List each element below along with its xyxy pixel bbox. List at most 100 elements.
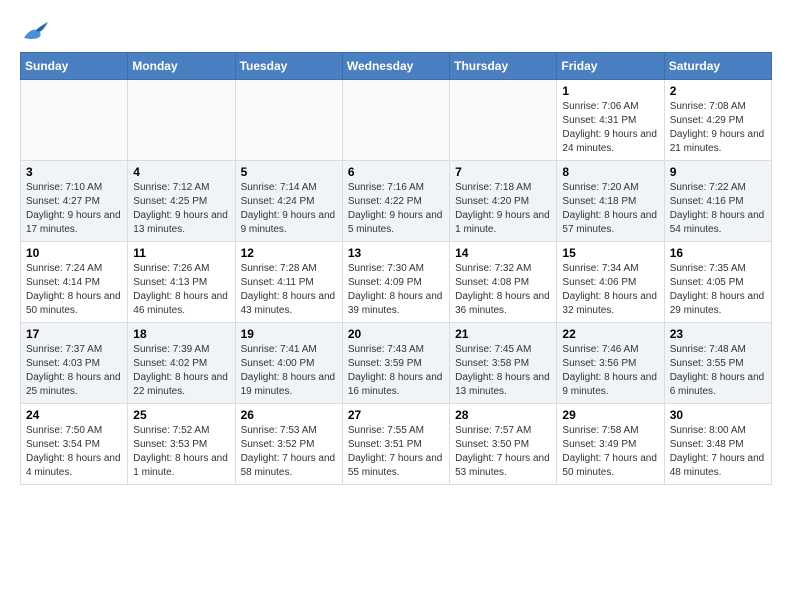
calendar-cell: 12 Sunrise: 7:28 AM Sunset: 4:11 PM Dayli… (235, 242, 342, 323)
day-number: 12 (241, 246, 337, 260)
day-info: Sunrise: 7:48 AM Sunset: 3:55 PM Dayligh… (670, 343, 766, 399)
day-info: Sunrise: 8:00 AM Sunset: 3:48 PM Dayligh… (670, 424, 766, 480)
calendar-cell: 5 Sunrise: 7:14 AM Sunset: 4:24 PM Daylig… (235, 161, 342, 242)
calendar-cell: 18 Sunrise: 7:39 AM Sunset: 4:02 PM Dayli… (128, 323, 235, 404)
calendar-cell: 1 Sunrise: 7:06 AM Sunset: 4:31 PM Daylig… (557, 80, 664, 161)
calendar-cell (450, 80, 557, 161)
day-info: Sunrise: 7:32 AM Sunset: 4:08 PM Dayligh… (455, 262, 551, 318)
day-number: 30 (670, 408, 766, 422)
day-info: Sunrise: 7:14 AM Sunset: 4:24 PM Dayligh… (241, 181, 337, 237)
day-number: 2 (670, 84, 766, 98)
logo-icon (20, 20, 48, 42)
calendar-cell: 17 Sunrise: 7:37 AM Sunset: 4:03 PM Dayli… (21, 323, 128, 404)
calendar-cell: 20 Sunrise: 7:43 AM Sunset: 3:59 PM Dayli… (342, 323, 449, 404)
calendar-header-row: SundayMondayTuesdayWednesdayThursdayFrid… (21, 53, 772, 80)
day-number: 11 (133, 246, 229, 260)
calendar-cell: 29 Sunrise: 7:58 AM Sunset: 3:49 PM Dayli… (557, 404, 664, 485)
day-info: Sunrise: 7:16 AM Sunset: 4:22 PM Dayligh… (348, 181, 444, 237)
calendar-cell: 19 Sunrise: 7:41 AM Sunset: 4:00 PM Dayli… (235, 323, 342, 404)
calendar-cell (21, 80, 128, 161)
calendar-cell (128, 80, 235, 161)
header-tuesday: Tuesday (235, 53, 342, 80)
calendar-cell (235, 80, 342, 161)
calendar-cell: 9Sunrise: 7:22 AM Sunset: 4:16 PM Daylig… (664, 161, 771, 242)
calendar-cell: 21Sunrise: 7:45 AM Sunset: 3:58 PM Dayli… (450, 323, 557, 404)
header-wednesday: Wednesday (342, 53, 449, 80)
day-number: 21 (455, 327, 551, 341)
calendar-cell: 15 Sunrise: 7:34 AM Sunset: 4:06 PM Dayli… (557, 242, 664, 323)
calendar-week-2: 10 Sunrise: 7:24 AM Sunset: 4:14 PM Dayli… (21, 242, 772, 323)
calendar-cell (342, 80, 449, 161)
day-info: Sunrise: 7:20 AM Sunset: 4:18 PM Dayligh… (562, 181, 658, 237)
day-number: 16 (670, 246, 766, 260)
day-number: 9 (670, 165, 766, 179)
day-info: Sunrise: 7:37 AM Sunset: 4:03 PM Dayligh… (26, 343, 122, 399)
header-friday: Friday (557, 53, 664, 80)
day-info: Sunrise: 7:06 AM Sunset: 4:31 PM Dayligh… (562, 100, 658, 156)
day-info: Sunrise: 7:24 AM Sunset: 4:14 PM Dayligh… (26, 262, 122, 318)
calendar-week-0: 1 Sunrise: 7:06 AM Sunset: 4:31 PM Daylig… (21, 80, 772, 161)
day-number: 3 (26, 165, 122, 179)
day-number: 28 (455, 408, 551, 422)
day-info: Sunrise: 7:12 AM Sunset: 4:25 PM Dayligh… (133, 181, 229, 237)
day-info: Sunrise: 7:41 AM Sunset: 4:00 PM Dayligh… (241, 343, 337, 399)
calendar-cell: 13 Sunrise: 7:30 AM Sunset: 4:09 PM Dayli… (342, 242, 449, 323)
day-number: 22 (562, 327, 658, 341)
day-number: 15 (562, 246, 658, 260)
calendar-cell: 3 Sunrise: 7:10 AM Sunset: 4:27 PM Daylig… (21, 161, 128, 242)
day-number: 6 (348, 165, 444, 179)
day-info: Sunrise: 7:34 AM Sunset: 4:06 PM Dayligh… (562, 262, 658, 318)
day-number: 18 (133, 327, 229, 341)
day-number: 14 (455, 246, 551, 260)
day-number: 1 (562, 84, 658, 98)
day-info: Sunrise: 7:39 AM Sunset: 4:02 PM Dayligh… (133, 343, 229, 399)
header-saturday: Saturday (664, 53, 771, 80)
day-info: Sunrise: 7:35 AM Sunset: 4:05 PM Dayligh… (670, 262, 766, 318)
day-info: Sunrise: 7:43 AM Sunset: 3:59 PM Dayligh… (348, 343, 444, 399)
day-number: 20 (348, 327, 444, 341)
calendar-cell: 30 Sunrise: 8:00 AM Sunset: 3:48 PM Dayli… (664, 404, 771, 485)
day-number: 10 (26, 246, 122, 260)
calendar-cell: 4 Sunrise: 7:12 AM Sunset: 4:25 PM Daylig… (128, 161, 235, 242)
calendar-cell: 16 Sunrise: 7:35 AM Sunset: 4:05 PM Dayli… (664, 242, 771, 323)
day-number: 19 (241, 327, 337, 341)
calendar-cell: 8 Sunrise: 7:20 AM Sunset: 4:18 PM Daylig… (557, 161, 664, 242)
day-number: 23 (670, 327, 766, 341)
day-number: 27 (348, 408, 444, 422)
calendar-cell: 10 Sunrise: 7:24 AM Sunset: 4:14 PM Dayli… (21, 242, 128, 323)
day-info: Sunrise: 7:10 AM Sunset: 4:27 PM Dayligh… (26, 181, 122, 237)
calendar-table: SundayMondayTuesdayWednesdayThursdayFrid… (20, 52, 772, 485)
calendar-cell: 28 Sunrise: 7:57 AM Sunset: 3:50 PM Dayli… (450, 404, 557, 485)
logo (20, 20, 52, 42)
day-number: 17 (26, 327, 122, 341)
day-info: Sunrise: 7:52 AM Sunset: 3:53 PM Dayligh… (133, 424, 229, 480)
calendar-week-3: 17 Sunrise: 7:37 AM Sunset: 4:03 PM Dayli… (21, 323, 772, 404)
day-info: Sunrise: 7:30 AM Sunset: 4:09 PM Dayligh… (348, 262, 444, 318)
day-info: Sunrise: 7:46 AM Sunset: 3:56 PM Dayligh… (562, 343, 658, 399)
day-info: Sunrise: 7:50 AM Sunset: 3:54 PM Dayligh… (26, 424, 122, 480)
day-info: Sunrise: 7:57 AM Sunset: 3:50 PM Dayligh… (455, 424, 551, 480)
calendar-cell: 24 Sunrise: 7:50 AM Sunset: 3:54 PM Dayli… (21, 404, 128, 485)
day-number: 7 (455, 165, 551, 179)
day-info: Sunrise: 7:08 AM Sunset: 4:29 PM Dayligh… (670, 100, 766, 156)
day-info: Sunrise: 7:55 AM Sunset: 3:51 PM Dayligh… (348, 424, 444, 480)
day-info: Sunrise: 7:18 AM Sunset: 4:20 PM Dayligh… (455, 181, 551, 237)
calendar-cell: 26Sunrise: 7:53 AM Sunset: 3:52 PM Dayli… (235, 404, 342, 485)
day-number: 8 (562, 165, 658, 179)
day-number: 4 (133, 165, 229, 179)
calendar-cell: 23 Sunrise: 7:48 AM Sunset: 3:55 PM Dayli… (664, 323, 771, 404)
calendar-cell: 25Sunrise: 7:52 AM Sunset: 3:53 PM Dayli… (128, 404, 235, 485)
day-number: 24 (26, 408, 122, 422)
page-header (20, 20, 772, 42)
day-number: 13 (348, 246, 444, 260)
day-number: 5 (241, 165, 337, 179)
day-info: Sunrise: 7:58 AM Sunset: 3:49 PM Dayligh… (562, 424, 658, 480)
day-number: 29 (562, 408, 658, 422)
calendar-cell: 22 Sunrise: 7:46 AM Sunset: 3:56 PM Dayli… (557, 323, 664, 404)
calendar-cell: 11Sunrise: 7:26 AM Sunset: 4:13 PM Dayli… (128, 242, 235, 323)
day-info: Sunrise: 7:53 AM Sunset: 3:52 PM Dayligh… (241, 424, 337, 480)
calendar-cell: 2 Sunrise: 7:08 AM Sunset: 4:29 PM Daylig… (664, 80, 771, 161)
day-info: Sunrise: 7:28 AM Sunset: 4:11 PM Dayligh… (241, 262, 337, 318)
header-monday: Monday (128, 53, 235, 80)
calendar-week-4: 24 Sunrise: 7:50 AM Sunset: 3:54 PM Dayli… (21, 404, 772, 485)
